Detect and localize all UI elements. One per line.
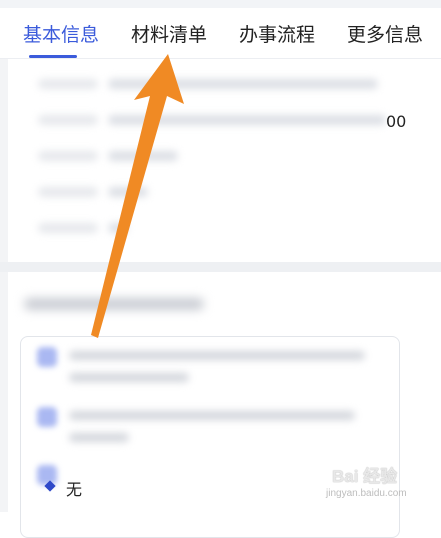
baidu-jingyan-watermark: Bai 经验 jingyan.baidu.com (322, 460, 438, 510)
annotation-arrow (91, 54, 184, 338)
watermark-brand: Bai 经验 (332, 467, 398, 486)
arrow-shape (91, 54, 184, 338)
watermark-url: jingyan.baidu.com (326, 488, 407, 499)
